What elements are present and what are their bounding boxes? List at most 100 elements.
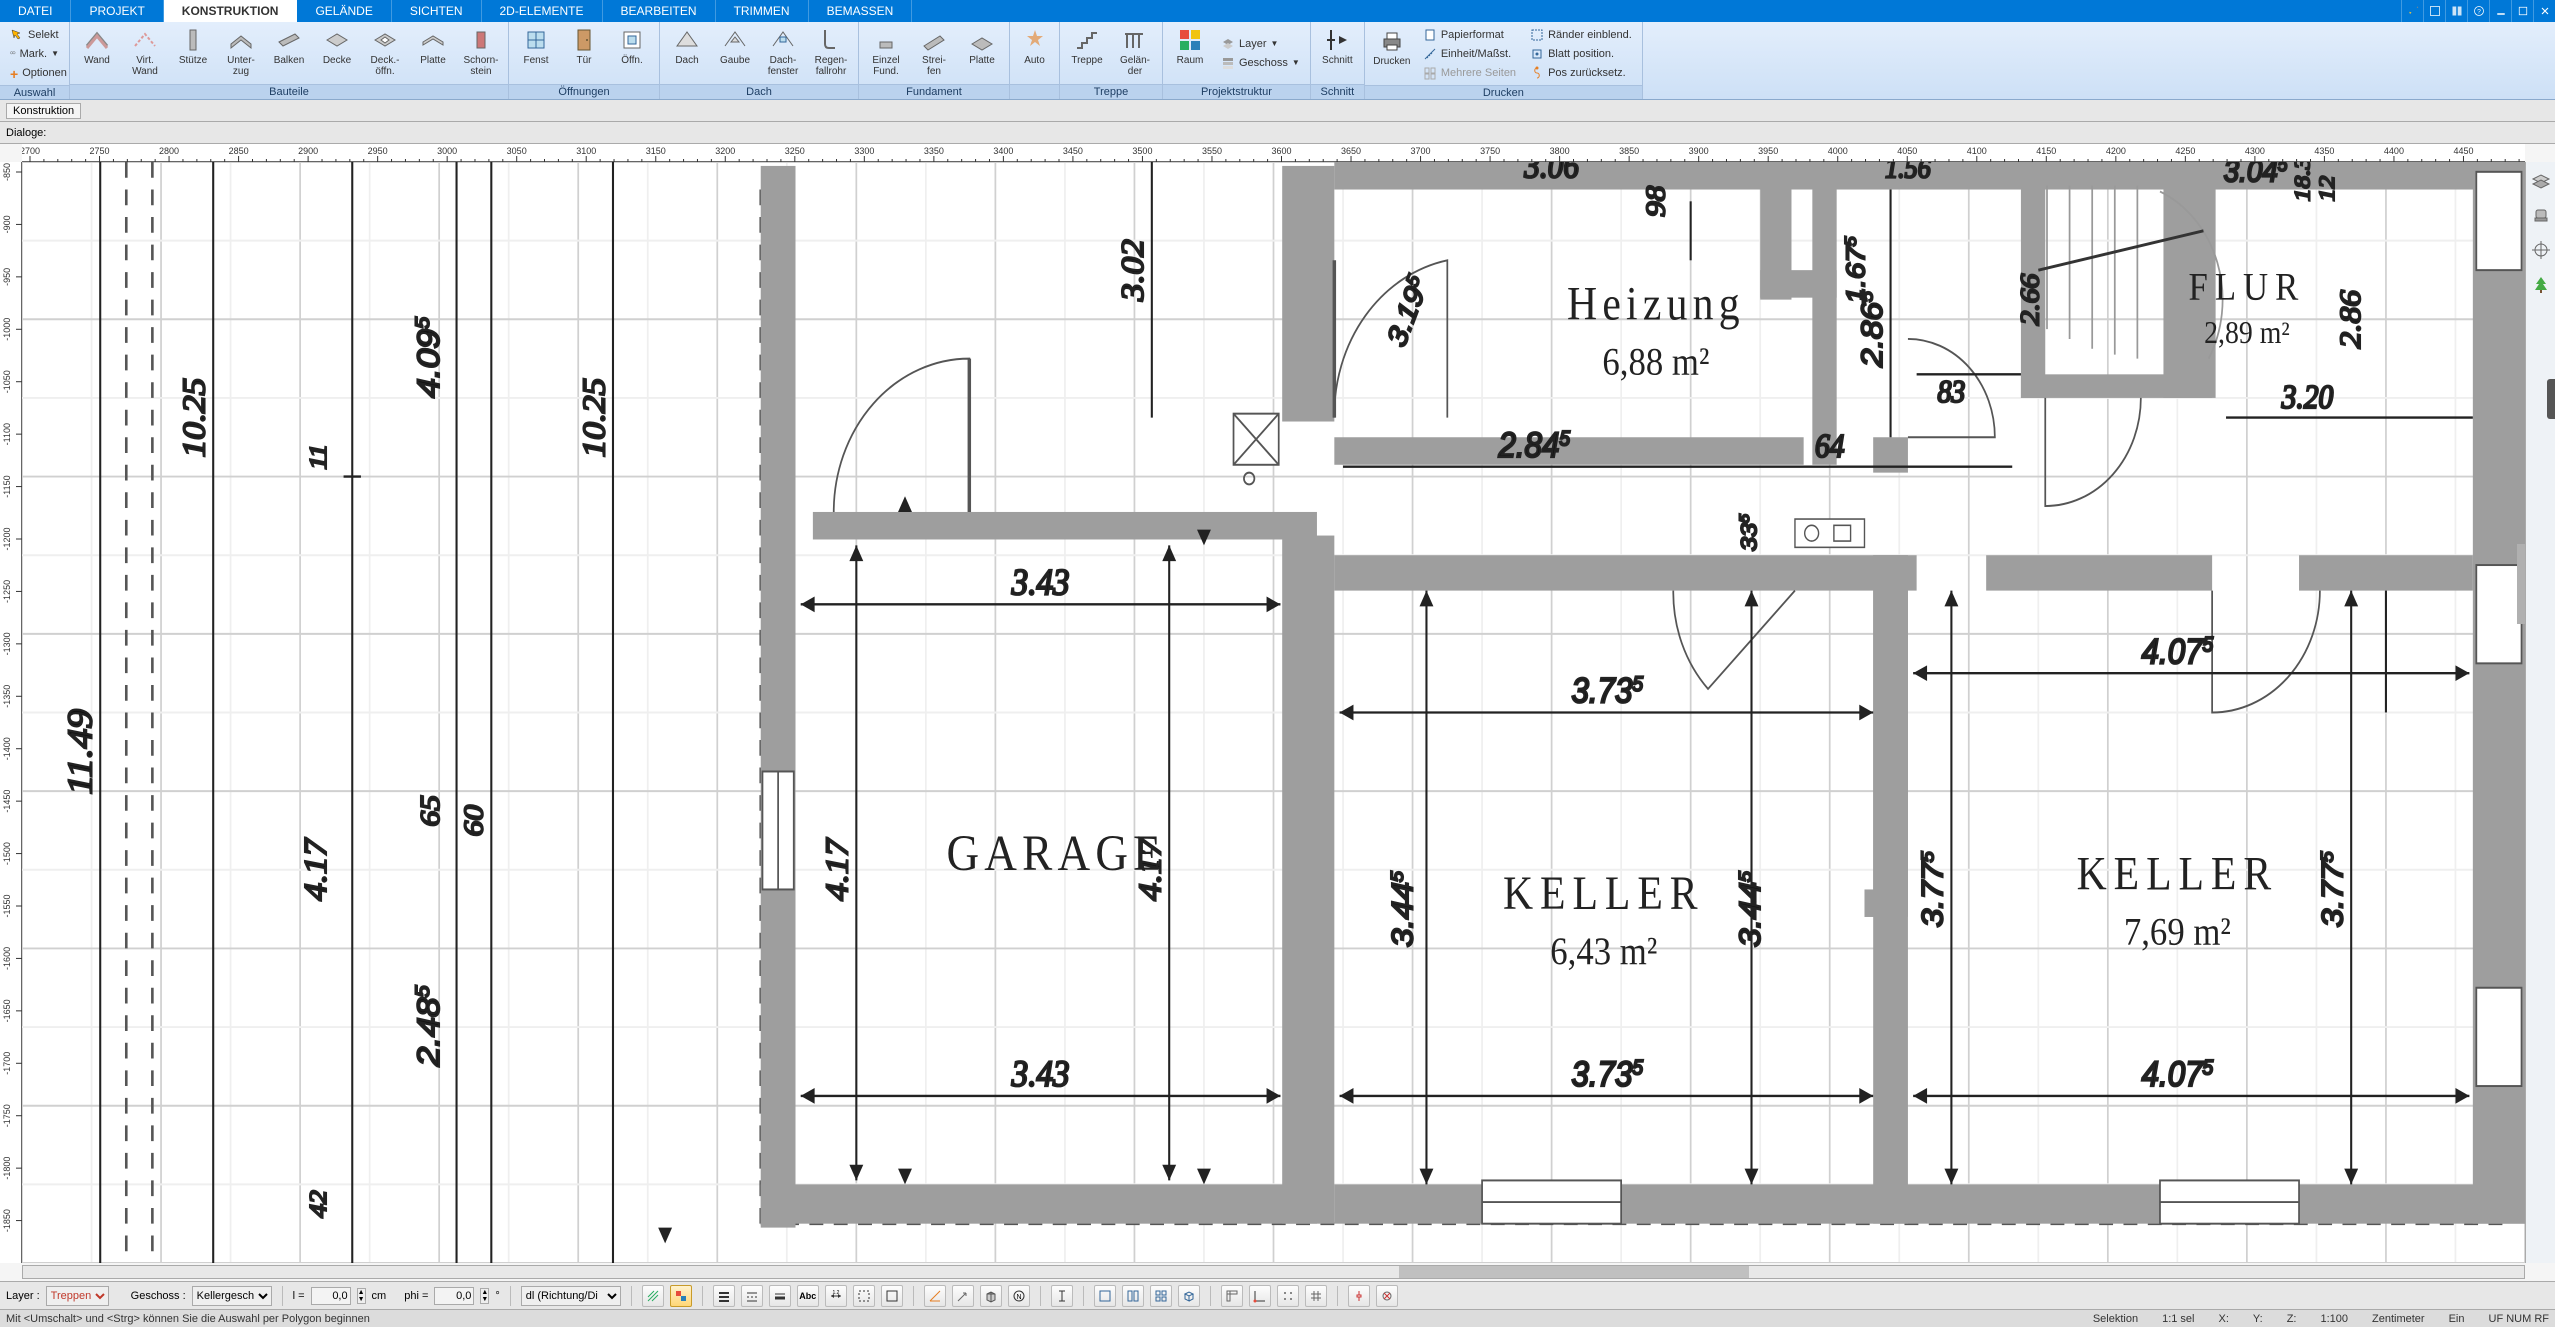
gelaender-button[interactable]: Gelän- der [1112,24,1158,82]
dachfenster-button[interactable]: Dach- fenster [760,24,806,82]
layers-icon[interactable] [2531,172,2551,192]
balken-button[interactable]: Balken [266,24,312,82]
dach-button[interactable]: Dach [664,24,710,82]
mark-button[interactable]: Mark.▼ [6,45,63,62]
virtwand-button[interactable]: Virt. Wand [122,24,168,82]
poszurueck-button[interactable]: Pos zurücksetz. [1526,64,1636,81]
tab-sichten[interactable]: SICHTEN [392,0,482,22]
tab-datei[interactable]: DATEI [0,0,71,22]
grid-dots-button[interactable] [1277,1285,1299,1307]
view3d-button[interactable] [1178,1285,1200,1307]
phi-input[interactable] [434,1287,474,1305]
grid-button[interactable] [1305,1285,1327,1307]
mode-select[interactable]: dl (Richtung/Di [521,1286,621,1306]
length-input[interactable] [311,1287,351,1305]
svg-text:6,43 m²: 6,43 m² [1550,930,1657,973]
optionen-label: Optionen [22,67,67,79]
drawing-canvas[interactable]: 11.49 10.25 4.17 11 42 4.095 65 60 [22,162,2525,1263]
vscroll-thumb[interactable] [2517,544,2525,624]
minimize-button[interactable] [2489,0,2511,22]
raender-button[interactable]: Ränder einblend. [1526,26,1636,43]
tuer-button[interactable]: Tür [561,24,607,82]
tab-bemassen[interactable]: BEMASSEN [809,0,913,22]
rulers-button[interactable] [1221,1285,1243,1307]
tab-konstruktion[interactable]: KONSTRUKTION [164,0,298,22]
gaube-button[interactable]: Gaube [712,24,758,82]
decke-button[interactable]: Decke [314,24,360,82]
group-oeffnungen: Öffnungen [509,84,659,99]
side-grip[interactable] [2547,379,2555,419]
rect-button[interactable] [881,1285,903,1307]
chair-icon[interactable] [2531,206,2551,226]
settings-icon[interactable] [2401,0,2423,22]
streifen-button[interactable]: Strei- fen [911,24,957,82]
maximize-button[interactable] [2511,0,2533,22]
lines2-button[interactable] [741,1285,763,1307]
raum-button[interactable]: Raum [1167,24,1213,82]
layer-select[interactable]: Treppen [46,1286,109,1306]
angle-button[interactable] [924,1285,946,1307]
origin-button[interactable] [1249,1285,1271,1307]
help-icon[interactable]: ? [2467,0,2489,22]
regenfallrohr-button[interactable]: Regen- fallrohr [808,24,854,82]
cursor-text-button[interactable] [1051,1285,1073,1307]
geschoss-select[interactable]: Kellergesch [192,1286,272,1306]
snap-button[interactable] [1348,1285,1370,1307]
svg-text:4.095: 4.095 [412,316,447,398]
view4-button[interactable] [1150,1285,1172,1307]
stuetze-button[interactable]: Stütze [170,24,216,82]
svg-text:10.25: 10.25 [577,378,612,458]
color-button[interactable] [670,1285,692,1307]
drucken-button[interactable]: Drucken [1369,25,1415,83]
view1-button[interactable] [1094,1285,1116,1307]
auto-button[interactable]: Auto [1014,24,1055,82]
schornstein-button[interactable]: Schorn- stein [458,24,504,82]
window-icon-2[interactable] [2445,0,2467,22]
geschoss-dropdown[interactable]: Geschoss▼ [1217,54,1304,71]
deckoeffn-button[interactable]: Deck.- öffn. [362,24,408,82]
north-button[interactable]: N [1008,1285,1030,1307]
papierformat-button[interactable]: Papierformat [1419,26,1520,43]
svg-text:3200: 3200 [715,146,735,156]
tab-gelaende[interactable]: GELÄNDE [297,0,391,22]
hatch-button[interactable] [642,1285,664,1307]
svg-text:3250: 3250 [785,146,805,156]
treppe-button[interactable]: Treppe [1064,24,1110,82]
einheit-button[interactable]: Einheit/Maßst. [1419,45,1520,62]
phi-spinner[interactable]: ▲▼ [480,1288,489,1304]
cube-button[interactable] [980,1285,1002,1307]
length-spinner[interactable]: ▲▼ [357,1288,366,1304]
select-button[interactable]: Selekt [6,26,63,43]
lines1-button[interactable] [713,1285,735,1307]
close-snap-button[interactable] [1376,1285,1398,1307]
optionen-button[interactable]: +Optionen [6,64,63,81]
window-icon-1[interactable] [2423,0,2445,22]
blattpos-button[interactable]: Blatt position. [1526,45,1636,62]
layer-dropdown[interactable]: Layer▼ [1217,35,1304,52]
unterzug-button[interactable]: Unter- zug [218,24,264,82]
text-abc-button[interactable]: Abc [797,1285,819,1307]
fenster-button[interactable]: Fenst [513,24,559,82]
mehrere-button[interactable]: Mehrere Seiten [1419,64,1520,81]
fundplatte-button[interactable]: Platte [959,24,1005,82]
einzelfund-button[interactable]: Einzel Fund. [863,24,909,82]
horizontal-scrollbar[interactable] [22,1265,2525,1279]
tab-2delemente[interactable]: 2D-ELEMENTE [482,0,603,22]
lines3-button[interactable] [769,1285,791,1307]
svg-text:10.25: 10.25 [177,378,212,458]
tree-icon[interactable] [2531,274,2551,294]
close-button[interactable] [2533,0,2555,22]
view2-button[interactable] [1122,1285,1144,1307]
rect-dash-button[interactable] [853,1285,875,1307]
hscroll-thumb[interactable] [1399,1266,1749,1278]
tab-projekt[interactable]: PROJEKT [71,0,163,22]
target-icon[interactable] [2531,240,2551,260]
dim-toggle-button[interactable]: 1.2 [825,1285,847,1307]
schnitt-button[interactable]: Schnitt [1315,24,1360,82]
platte-button[interactable]: Platte [410,24,456,82]
oeffnung-button[interactable]: Öffn. [609,24,655,82]
tab-bearbeiten[interactable]: BEARBEITEN [603,0,716,22]
wand-button[interactable]: Wand [74,24,120,82]
arrow-button[interactable] [952,1285,974,1307]
tab-trimmen[interactable]: TRIMMEN [716,0,809,22]
